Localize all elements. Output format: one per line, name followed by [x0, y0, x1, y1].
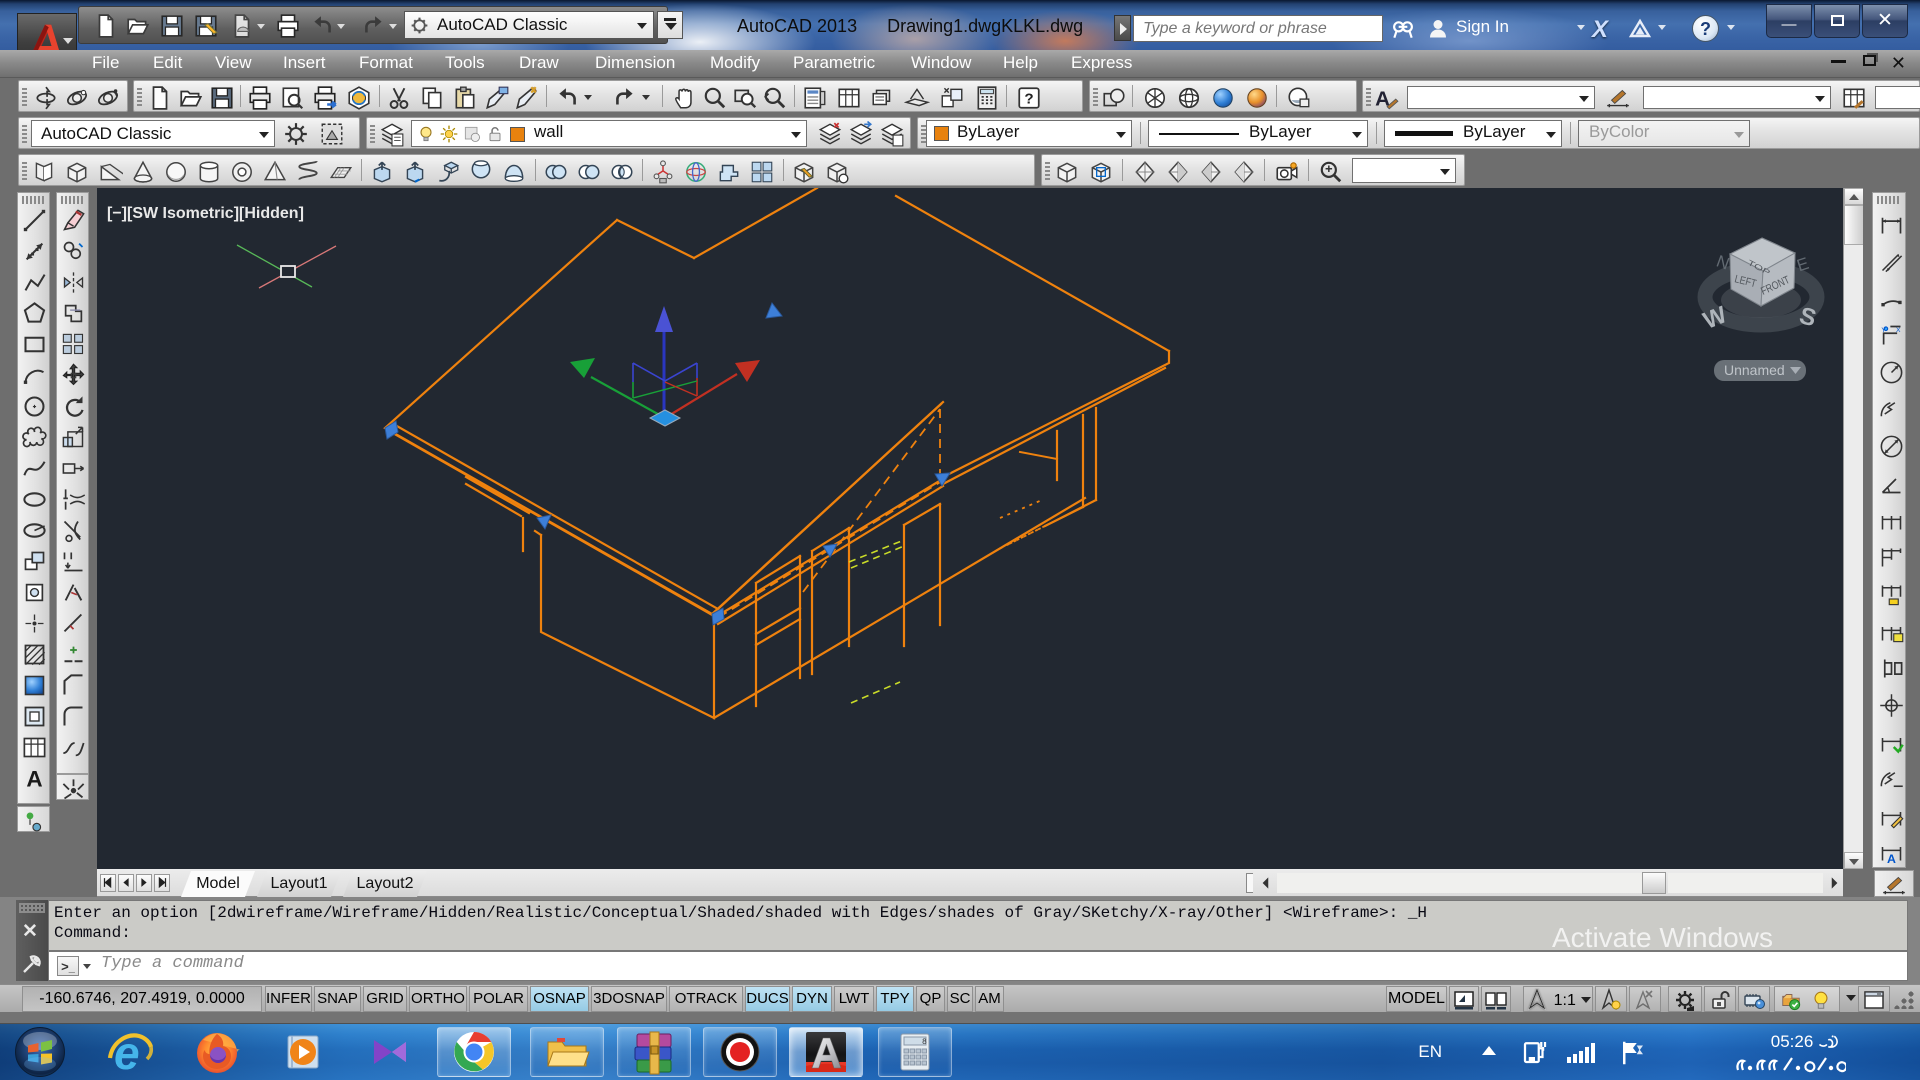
- svg-text:Unnamed: Unnamed: [1724, 362, 1785, 378]
- svg-text:S: S: [1796, 302, 1819, 332]
- svg-text:8: 8: [922, 1038, 927, 1047]
